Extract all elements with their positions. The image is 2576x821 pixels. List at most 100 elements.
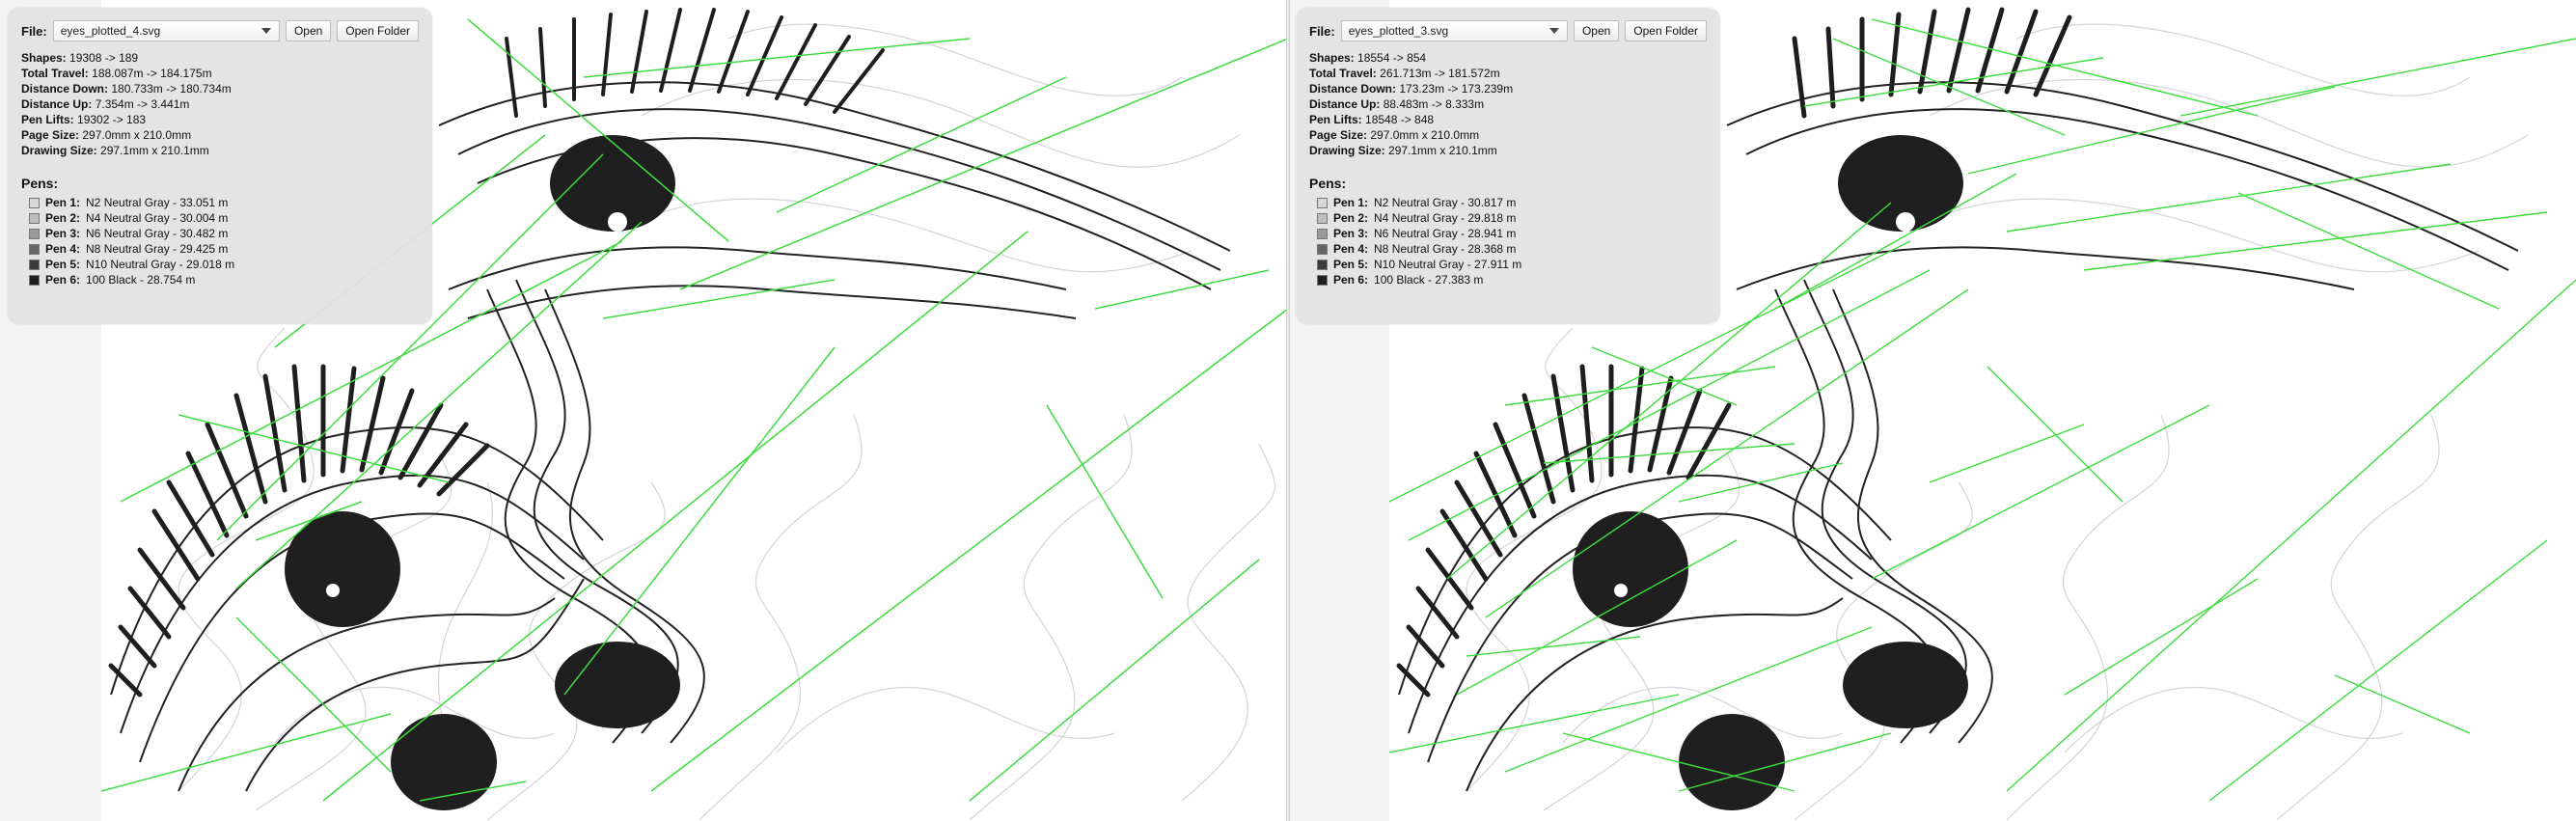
- pen-swatch: [29, 274, 40, 286]
- open-button[interactable]: Open: [285, 20, 332, 41]
- stat-value: 188.087m -> 184.175m: [92, 67, 212, 80]
- pen-value: N8 Neutral Gray - 28.368 m: [1374, 242, 1517, 256]
- pen-swatch: [1317, 274, 1328, 286]
- stat-value: 19302 -> 183: [77, 113, 147, 126]
- pen-label: Pen 1:: [1333, 196, 1369, 209]
- pen-label: Pen 4:: [45, 242, 81, 256]
- pen-row: Pen 4: N8 Neutral Gray - 28.368 m: [1309, 241, 1707, 257]
- stat-key: Distance Down:: [1309, 82, 1397, 96]
- pen-value: N10 Neutral Gray - 29.018 m: [86, 258, 235, 271]
- left-pane: File: eyes_plotted_4.svg Open Open Folde…: [0, 0, 1288, 821]
- stat-key: Shapes:: [21, 51, 67, 65]
- stat-value: 261.713m -> 181.572m: [1380, 67, 1500, 80]
- pen-label: Pen 3:: [1333, 227, 1369, 240]
- pens-title: Pens:: [21, 176, 59, 191]
- stat-row-shapes: Shapes: 18554 -> 854: [1309, 50, 1707, 66]
- pen-value: N4 Neutral Gray - 30.004 m: [86, 211, 229, 225]
- open-folder-button[interactable]: Open Folder: [1625, 20, 1707, 41]
- pen-swatch: [1317, 243, 1328, 255]
- stat-key: Page Size:: [1309, 128, 1368, 142]
- stat-key: Pen Lifts:: [1309, 113, 1362, 126]
- pen-row: Pen 2: N4 Neutral Gray - 30.004 m: [21, 210, 419, 226]
- pen-row: Pen 2: N4 Neutral Gray - 29.818 m: [1309, 210, 1707, 226]
- pen-value: N6 Neutral Gray - 28.941 m: [1374, 227, 1517, 240]
- file-row: File: eyes_plotted_4.svg Open Open Folde…: [21, 19, 419, 42]
- stats-panel-left: File: eyes_plotted_4.svg Open Open Folde…: [8, 8, 432, 324]
- pen-row: Pen 1: N2 Neutral Gray - 30.817 m: [1309, 195, 1707, 210]
- chevron-down-icon: [260, 28, 271, 34]
- pen-value: N8 Neutral Gray - 29.425 m: [86, 242, 229, 256]
- pen-row: Pen 6: 100 Black - 28.754 m: [21, 272, 419, 287]
- file-row: File: eyes_plotted_3.svg Open Open Folde…: [1309, 19, 1707, 42]
- stat-key: Distance Up:: [21, 97, 93, 111]
- pens-list: Pen 1: N2 Neutral Gray - 33.051 m Pen 2: N…: [21, 195, 419, 287]
- pen-swatch: [29, 228, 40, 239]
- stat-row-total-travel: Total Travel: 188.087m -> 184.175m: [21, 66, 419, 81]
- pen-value: N6 Neutral Gray - 30.482 m: [86, 227, 229, 240]
- pen-row: Pen 5: N10 Neutral Gray - 29.018 m: [21, 257, 419, 272]
- stat-value: 297.0mm x 210.0mm: [82, 128, 192, 142]
- pen-row: Pen 6: 100 Black - 27.383 m: [1309, 272, 1707, 287]
- file-dropdown-value: eyes_plotted_4.svg: [60, 24, 161, 38]
- pen-label: Pen 6:: [45, 273, 81, 287]
- stat-key: Pen Lifts:: [21, 113, 74, 126]
- pen-row: Pen 5: N10 Neutral Gray - 27.911 m: [1309, 257, 1707, 272]
- pen-label: Pen 5:: [45, 258, 81, 271]
- stat-row-distance-down: Distance Down: 180.733m -> 180.734m: [21, 81, 419, 96]
- stat-key: Distance Down:: [21, 82, 109, 96]
- stat-value: 7.354m -> 3.441m: [95, 97, 190, 111]
- open-folder-button[interactable]: Open Folder: [337, 20, 419, 41]
- pen-value: N2 Neutral Gray - 33.051 m: [86, 196, 229, 209]
- file-dropdown[interactable]: eyes_plotted_3.svg: [1340, 20, 1568, 41]
- pen-label: Pen 2:: [1333, 211, 1369, 225]
- stat-row-page-size: Page Size: 297.0mm x 210.0mm: [1309, 127, 1707, 143]
- stat-value: 297.0mm x 210.0mm: [1370, 128, 1480, 142]
- pen-label: Pen 5:: [1333, 258, 1369, 271]
- pen-label: Pen 4:: [1333, 242, 1369, 256]
- stat-value: 180.733m -> 180.734m: [111, 82, 232, 96]
- stat-value: 18548 -> 848: [1365, 113, 1435, 126]
- stat-row-shapes: Shapes: 19308 -> 189: [21, 50, 419, 66]
- pen-label: Pen 1:: [45, 196, 81, 209]
- pen-value: 100 Black - 27.383 m: [1374, 273, 1484, 287]
- stat-key: Drawing Size:: [21, 144, 97, 157]
- stats-list: Shapes: 18554 -> 854 Total Travel: 261.7…: [1309, 50, 1707, 158]
- pen-row: Pen 3: N6 Neutral Gray - 30.482 m: [21, 226, 419, 241]
- pen-row: Pen 3: N6 Neutral Gray - 28.941 m: [1309, 226, 1707, 241]
- pen-row: Pen 4: N8 Neutral Gray - 29.425 m: [21, 241, 419, 257]
- stat-key: Total Travel:: [1309, 67, 1377, 80]
- pen-value: N4 Neutral Gray - 29.818 m: [1374, 211, 1517, 225]
- stat-row-pen-lifts: Pen Lifts: 18548 -> 848: [1309, 112, 1707, 127]
- stat-row-distance-up: Distance Up: 7.354m -> 3.441m: [21, 96, 419, 112]
- stat-value: 88.483m -> 8.333m: [1383, 97, 1485, 111]
- pen-label: Pen 3:: [45, 227, 81, 240]
- pane-divider[interactable]: [1286, 0, 1290, 821]
- pen-value: N10 Neutral Gray - 27.911 m: [1374, 258, 1522, 271]
- pens-list: Pen 1: N2 Neutral Gray - 30.817 m Pen 2: N…: [1309, 195, 1707, 287]
- stat-value: 173.23m -> 173.239m: [1399, 82, 1514, 96]
- pen-swatch: [29, 197, 40, 208]
- stat-value: 19308 -> 189: [69, 51, 139, 65]
- file-dropdown[interactable]: eyes_plotted_4.svg: [52, 20, 280, 41]
- stat-row-drawing-size: Drawing Size: 297.1mm x 210.1mm: [21, 143, 419, 158]
- stats-panel-right: File: eyes_plotted_3.svg Open Open Folde…: [1296, 8, 1720, 324]
- stat-value: 297.1mm x 210.1mm: [100, 144, 209, 157]
- stat-key: Shapes:: [1309, 51, 1355, 65]
- stat-key: Drawing Size:: [1309, 144, 1385, 157]
- stat-row-distance-down: Distance Down: 173.23m -> 173.239m: [1309, 81, 1707, 96]
- stat-row-distance-up: Distance Up: 88.483m -> 8.333m: [1309, 96, 1707, 112]
- file-dropdown-value: eyes_plotted_3.svg: [1348, 24, 1449, 38]
- stat-row-drawing-size: Drawing Size: 297.1mm x 210.1mm: [1309, 143, 1707, 158]
- stats-list: Shapes: 19308 -> 189 Total Travel: 188.0…: [21, 50, 419, 158]
- pen-label: Pen 6:: [1333, 273, 1369, 287]
- pen-swatch: [29, 243, 40, 255]
- stat-key: Total Travel:: [21, 67, 89, 80]
- pen-label: Pen 2:: [45, 211, 81, 225]
- pen-value: N2 Neutral Gray - 30.817 m: [1374, 196, 1517, 209]
- pen-swatch: [1317, 259, 1328, 270]
- stat-row-pen-lifts: Pen Lifts: 19302 -> 183: [21, 112, 419, 127]
- stat-value: 297.1mm x 210.1mm: [1388, 144, 1497, 157]
- stat-value: 18554 -> 854: [1357, 51, 1427, 65]
- stat-key: Distance Up:: [1309, 97, 1381, 111]
- open-button[interactable]: Open: [1573, 20, 1620, 41]
